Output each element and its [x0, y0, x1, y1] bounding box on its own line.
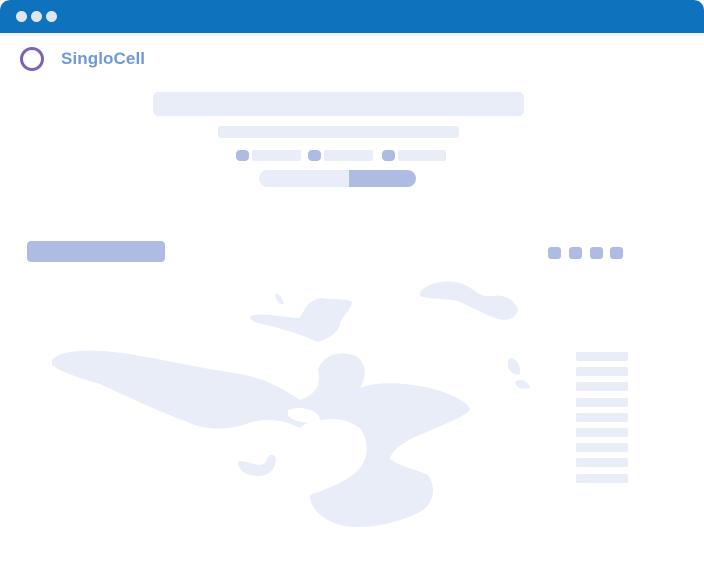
legend-item[interactable] [576, 352, 628, 361]
cluster-blob [52, 350, 470, 528]
legend-item[interactable] [576, 382, 628, 391]
cluster-blob [508, 358, 521, 375]
legend-item[interactable] [576, 398, 628, 407]
cluster-blob [238, 454, 276, 476]
legend-item[interactable] [576, 474, 628, 483]
cluster-plot [52, 281, 530, 528]
legend-item[interactable] [576, 428, 628, 437]
legend-item[interactable] [576, 458, 628, 467]
browser-window: SingloCell [0, 0, 704, 577]
cluster-blob [420, 281, 518, 320]
legend-item[interactable] [576, 443, 628, 452]
legend-item[interactable] [576, 413, 628, 422]
cluster-blob [515, 380, 530, 389]
cluster-blob [275, 293, 284, 305]
cluster-blob [250, 298, 352, 342]
legend-item[interactable] [576, 367, 628, 376]
